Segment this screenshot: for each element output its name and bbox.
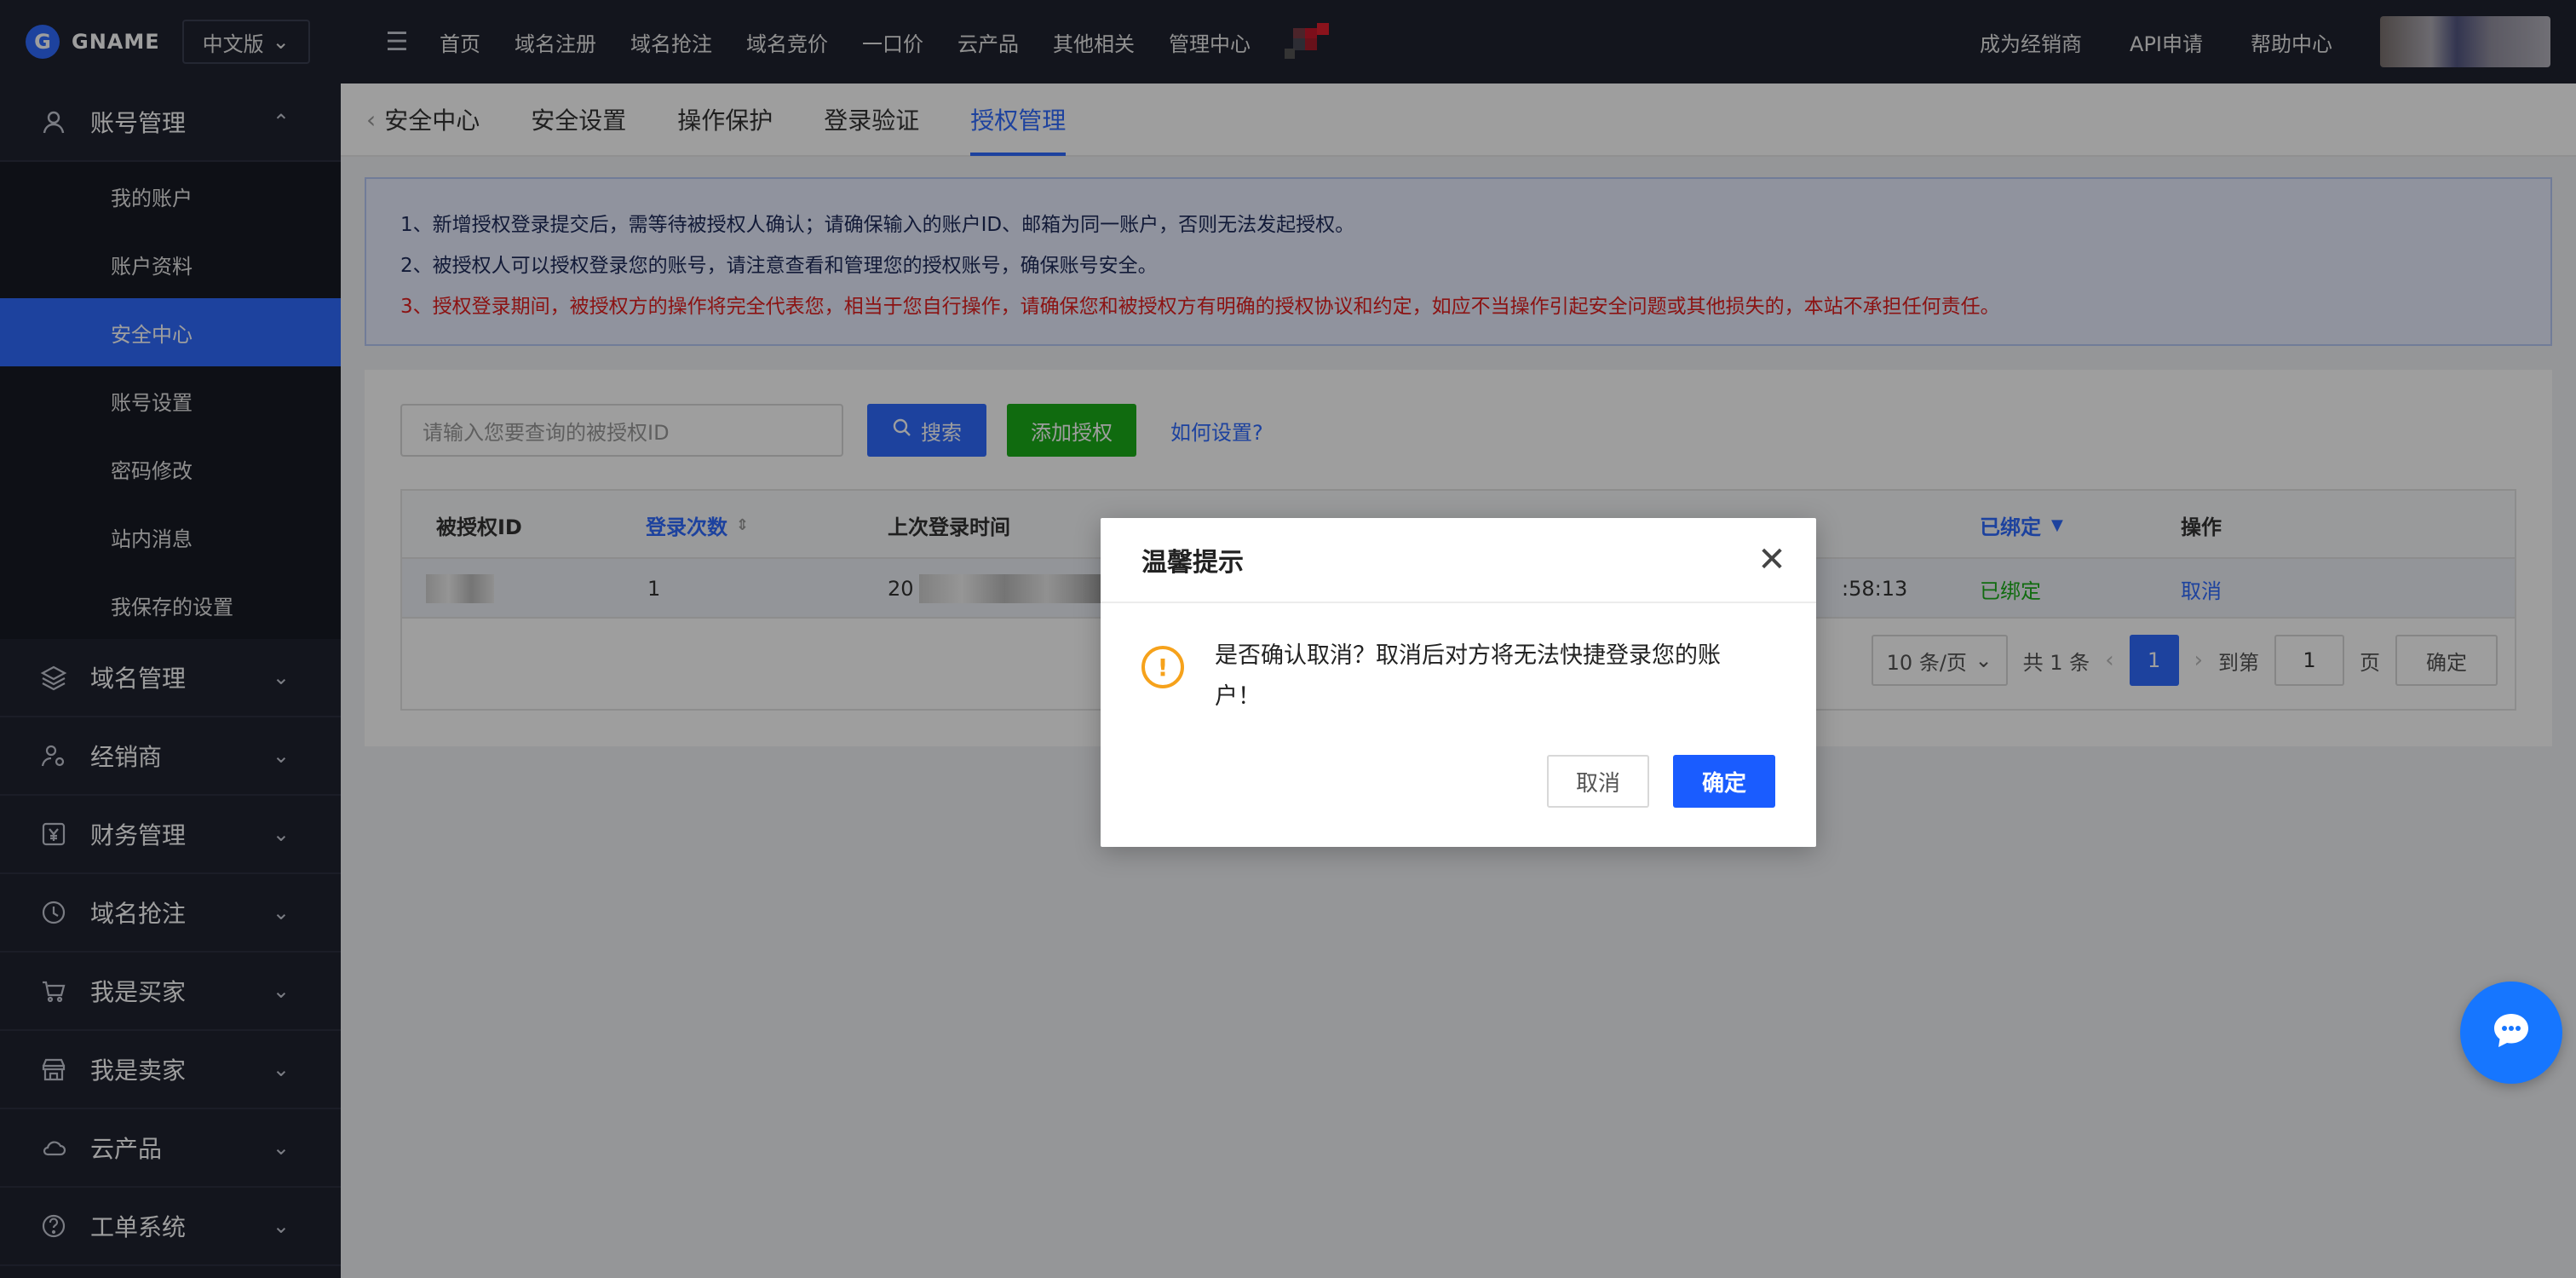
close-icon[interactable]: ✕	[1753, 540, 1791, 579]
chat-bubble-icon	[2487, 1007, 2535, 1058]
dialog-body: ! 是否确认取消？取消后对方将无法快捷登录您的账户！	[1141, 636, 1789, 717]
dialog-title: 温馨提示	[1141, 548, 1244, 578]
chat-support-button[interactable]	[2460, 982, 2562, 1084]
dialog-message: 是否确认取消？取消后对方将无法快捷登录您的账户！	[1215, 642, 1721, 710]
warning-icon: !	[1141, 646, 1184, 688]
dialog-actions: 取消 确定	[1547, 755, 1775, 808]
dialog-header: 温馨提示 ✕	[1101, 518, 1816, 603]
cancel-button[interactable]: 取消	[1547, 755, 1649, 808]
confirm-dialog: 温馨提示 ✕ ! 是否确认取消？取消后对方将无法快捷登录您的账户！ 取消 确定	[1101, 518, 1816, 847]
confirm-button[interactable]: 确定	[1673, 755, 1775, 808]
